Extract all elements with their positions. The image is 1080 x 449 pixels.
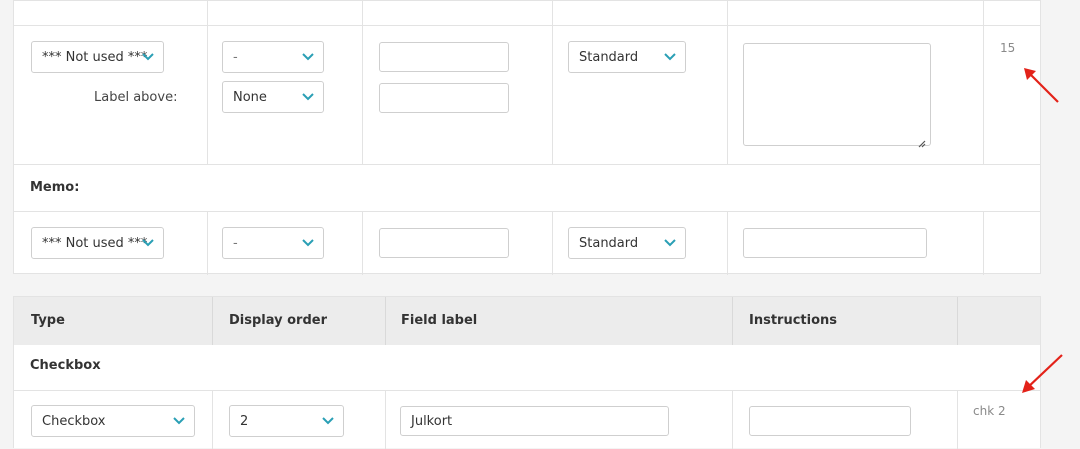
resize-grip-icon[interactable] — [918, 133, 926, 148]
chevron-down-icon — [302, 91, 314, 103]
chevron-down-icon — [322, 415, 334, 427]
column-divider — [957, 297, 958, 345]
checkbox-instructions-input[interactable] — [749, 406, 911, 436]
table-header — [14, 297, 1040, 345]
column-divider — [552, 211, 553, 275]
column-divider — [212, 297, 213, 345]
display-order-select[interactable]: - — [222, 41, 324, 73]
style-select-value: Standard — [579, 49, 639, 65]
memo-style-select-value: Standard — [579, 235, 639, 251]
memo-instructions-input[interactable] — [743, 228, 927, 258]
column-divider — [212, 390, 213, 449]
chevron-down-icon — [302, 51, 314, 63]
checkbox-field-id-text: chk 2 — [973, 404, 1006, 418]
label-position-select[interactable]: None — [222, 81, 324, 113]
chevron-down-icon — [142, 51, 154, 63]
chevron-down-icon — [142, 237, 154, 249]
label-position-label: Label above: — [94, 90, 178, 105]
red-arrow-annotation — [1022, 354, 1063, 393]
header-field-label: Field label — [401, 313, 478, 328]
chevron-down-icon — [302, 237, 314, 249]
field-id-text: 15 — [1000, 41, 1016, 55]
checkbox-field-label-input[interactable]: Julkort — [400, 406, 669, 436]
column-divider — [207, 211, 208, 275]
memo-field-label-input[interactable] — [379, 228, 509, 258]
column-divider — [385, 390, 386, 449]
memo-display-order-select-value: - — [233, 235, 238, 251]
memo-type-select[interactable]: *** Not used *** — [31, 227, 164, 259]
row-divider — [14, 25, 1040, 26]
chevron-down-icon — [664, 51, 676, 63]
chevron-down-icon — [664, 237, 676, 249]
instructions-textarea[interactable] — [743, 43, 931, 148]
checkbox-field-label-value: Julkort — [411, 413, 453, 429]
column-divider — [362, 211, 363, 275]
checkbox-display-order-select-value: 2 — [240, 413, 249, 429]
memo-type-select-value: *** Not used *** — [42, 235, 148, 251]
column-divider — [983, 211, 984, 275]
checkbox-display-order-select[interactable]: 2 — [229, 405, 344, 437]
column-divider — [732, 297, 733, 345]
memo-display-order-select[interactable]: - — [222, 227, 324, 259]
memo-section-label: Memo: — [30, 180, 80, 195]
header-display-order: Display order — [229, 313, 327, 328]
checkbox-type-select-value: Checkbox — [42, 413, 106, 429]
field-label-input[interactable] — [379, 42, 509, 72]
type-select-value: *** Not used *** — [42, 49, 148, 65]
chevron-down-icon — [173, 415, 185, 427]
column-divider — [385, 297, 386, 345]
row-divider — [14, 164, 1040, 165]
label-position-select-value: None — [233, 89, 267, 105]
memo-style-select[interactable]: Standard — [568, 227, 686, 259]
checkbox-section-label: Checkbox — [30, 358, 101, 373]
red-arrow-annotation — [1024, 68, 1059, 103]
header-instructions: Instructions — [749, 313, 838, 328]
row-divider — [14, 390, 1040, 391]
column-divider — [957, 390, 958, 449]
header-type: Type — [31, 313, 65, 328]
type-select[interactable]: *** Not used *** — [31, 41, 164, 73]
field-label-input-secondary[interactable] — [379, 83, 509, 113]
column-divider — [727, 211, 728, 275]
display-order-select-value: - — [233, 49, 238, 65]
checkbox-type-select[interactable]: Checkbox — [31, 405, 195, 437]
style-select[interactable]: Standard — [568, 41, 686, 73]
row-divider — [14, 211, 1040, 212]
column-divider — [732, 390, 733, 449]
